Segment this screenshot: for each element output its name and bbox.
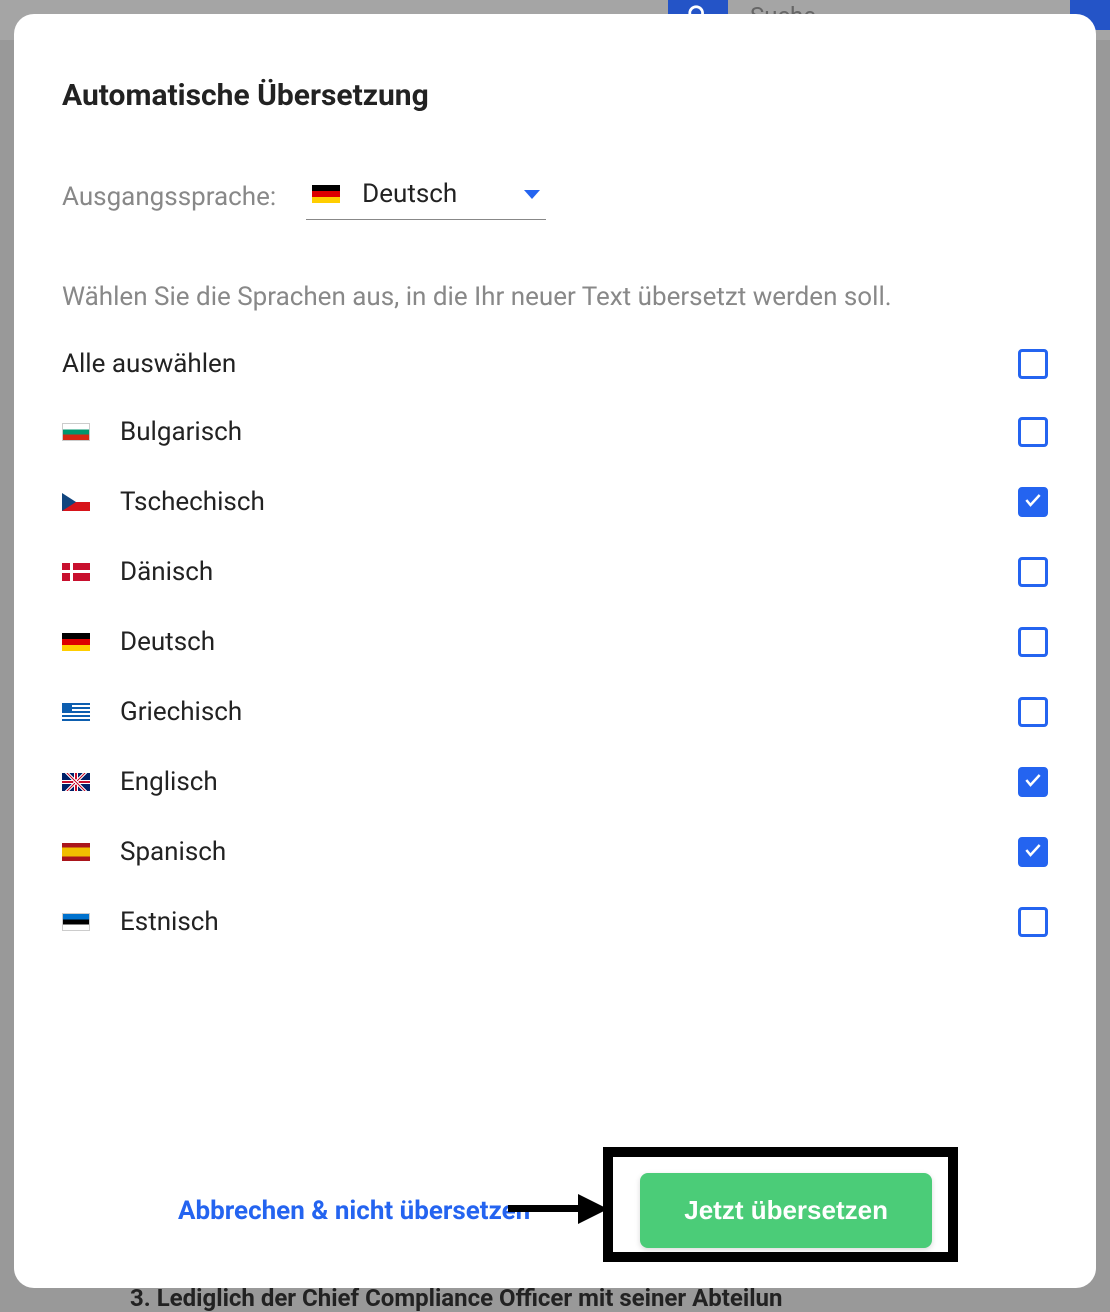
- language-row[interactable]: Deutsch: [62, 627, 1048, 657]
- cancel-button[interactable]: Abbrechen & nicht übersetzen: [178, 1196, 530, 1226]
- flag-cz-icon: [62, 493, 90, 511]
- language-name: Deutsch: [120, 627, 215, 657]
- language-row-left: Griechisch: [62, 697, 242, 727]
- flag-de-icon: [62, 633, 90, 651]
- select-all-checkbox[interactable]: [1018, 349, 1048, 379]
- source-language-value: Deutsch: [362, 179, 502, 209]
- language-row-left: Dänisch: [62, 557, 213, 587]
- language-row[interactable]: Griechisch: [62, 697, 1048, 727]
- language-checkbox[interactable]: [1018, 837, 1048, 867]
- checkmark-icon: [1023, 490, 1043, 514]
- language-row[interactable]: Bulgarisch: [62, 417, 1048, 447]
- checkmark-icon: [1023, 770, 1043, 794]
- language-row-left: Englisch: [62, 767, 218, 797]
- flag-dk-icon: [62, 563, 90, 581]
- flag-es-icon: [62, 843, 90, 861]
- language-checkbox[interactable]: [1018, 697, 1048, 727]
- checkmark-icon: [1023, 840, 1043, 864]
- language-name: Spanisch: [120, 837, 226, 867]
- language-row-left: Spanisch: [62, 837, 226, 867]
- flag-bg-icon: [62, 423, 90, 441]
- backdrop-bottom-text: 3. Lediglich der Chief Compliance Office…: [130, 1284, 1110, 1312]
- translation-modal: Automatische Übersetzung Ausgangssprache…: [14, 14, 1096, 1288]
- instruction-text: Wählen Sie die Sprachen aus, in die Ihr …: [62, 278, 1048, 317]
- chevron-down-icon: [524, 190, 540, 199]
- language-row[interactable]: Estnisch: [62, 907, 1048, 937]
- language-row-left: Bulgarisch: [62, 417, 242, 447]
- language-list: Bulgarisch Tschechisch Dänisch Deutsch Griec…: [62, 417, 1048, 937]
- flag-ee-icon: [62, 913, 90, 931]
- language-checkbox[interactable]: [1018, 487, 1048, 517]
- language-name: Englisch: [120, 767, 218, 797]
- source-language-label: Ausgangssprache:: [62, 182, 276, 212]
- source-language-row: Ausgangssprache: Deutsch: [62, 173, 1048, 220]
- language-row-left: Deutsch: [62, 627, 215, 657]
- flag-gr-icon: [62, 703, 90, 721]
- language-checkbox[interactable]: [1018, 627, 1048, 657]
- language-checkbox[interactable]: [1018, 767, 1048, 797]
- language-name: Griechisch: [120, 697, 242, 727]
- modal-title: Automatische Übersetzung: [62, 78, 1048, 113]
- translate-now-button[interactable]: Jetzt übersetzen: [640, 1173, 932, 1248]
- language-row-left: Tschechisch: [62, 487, 265, 517]
- language-row-left: Estnisch: [62, 907, 219, 937]
- modal-footer: Abbrechen & nicht übersetzen Jetzt übers…: [62, 1133, 1048, 1248]
- language-row[interactable]: Englisch: [62, 767, 1048, 797]
- flag-gb-icon: [62, 773, 90, 791]
- language-checkbox[interactable]: [1018, 417, 1048, 447]
- select-all-label: Alle auswählen: [62, 349, 236, 379]
- language-row[interactable]: Spanisch: [62, 837, 1048, 867]
- language-row[interactable]: Dänisch: [62, 557, 1048, 587]
- language-name: Estnisch: [120, 907, 219, 937]
- source-language-dropdown[interactable]: Deutsch: [306, 173, 546, 220]
- language-name: Dänisch: [120, 557, 213, 587]
- language-name: Bulgarisch: [120, 417, 242, 447]
- language-checkbox[interactable]: [1018, 557, 1048, 587]
- flag-de-icon: [312, 185, 340, 203]
- language-name: Tschechisch: [120, 487, 265, 517]
- select-all-row[interactable]: Alle auswählen: [62, 339, 1048, 389]
- language-checkbox[interactable]: [1018, 907, 1048, 937]
- language-row[interactable]: Tschechisch: [62, 487, 1048, 517]
- language-scroll-area[interactable]: Wählen Sie die Sprachen aus, in die Ihr …: [62, 278, 1068, 1133]
